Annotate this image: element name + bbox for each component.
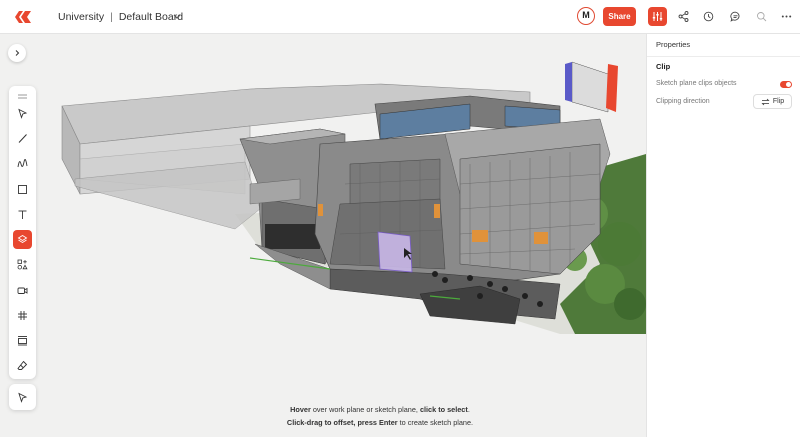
select-arrow-icon[interactable] [13, 104, 32, 123]
app-logo-icon[interactable] [13, 9, 33, 25]
hint-text: over work plane or sketch plane, [310, 405, 420, 414]
hint-line-2: Click-drag to offset, press Enter to cre… [250, 416, 510, 429]
interaction-hint: Hover over work plane or sketch plane, c… [250, 403, 510, 429]
panel-divider [647, 56, 800, 57]
hint-period: . [467, 405, 470, 414]
layers-icon[interactable] [13, 230, 32, 249]
grid-icon[interactable] [13, 306, 32, 325]
pointer-tool-button[interactable] [9, 384, 36, 410]
chevron-down-icon[interactable] [172, 11, 182, 21]
hint-bold-hover: Hover [290, 405, 311, 414]
top-bar: University | Default Board M Share [0, 0, 800, 34]
board-title[interactable]: University | Default Board [58, 11, 183, 23]
left-toolbar [9, 86, 36, 379]
history-icon[interactable] [699, 7, 718, 26]
share-network-icon[interactable] [674, 7, 693, 26]
eraser-icon[interactable] [13, 356, 32, 375]
building-model[interactable] [0, 34, 646, 437]
hint-text-2: to create sketch plane. [397, 418, 474, 427]
shapes-icon[interactable] [13, 255, 32, 274]
expand-sidebar-button[interactable] [8, 44, 26, 62]
clip-section-title: Clip [656, 62, 671, 71]
toolbar-grip-line[interactable] [18, 97, 27, 99]
panel-title: Properties [656, 40, 691, 49]
3d-viewport[interactable] [0, 34, 646, 437]
hint-line-1: Hover over work plane or sketch plane, c… [250, 403, 510, 416]
flip-label: Flip [772, 98, 785, 105]
title-separator: | [110, 11, 113, 23]
pointer-icon [18, 392, 28, 403]
search-icon[interactable] [752, 7, 771, 26]
rectangle-icon[interactable] [13, 180, 32, 199]
toolbar-grip[interactable] [18, 94, 27, 96]
properties-panel: Properties Clip Sketch plane clips objec… [646, 34, 800, 437]
flip-button[interactable]: Flip [753, 94, 792, 109]
sliders-icon[interactable] [648, 7, 667, 26]
hint-bold-drag: Click-drag to offset, press Enter [286, 418, 398, 427]
text-icon[interactable] [13, 205, 32, 224]
project-name: University [58, 11, 105, 23]
freehand-icon[interactable] [13, 154, 32, 173]
video-icon[interactable] [13, 281, 32, 300]
frame-icon[interactable] [13, 331, 32, 350]
clips-objects-toggle[interactable] [780, 81, 792, 88]
chevron-right-icon [15, 50, 20, 56]
comment-icon[interactable] [726, 7, 745, 26]
avatar[interactable]: M [577, 7, 595, 25]
hint-bold-click: click to select [419, 405, 468, 414]
swap-arrows-icon [761, 98, 770, 105]
clipping-direction-label: Clipping direction [656, 98, 710, 105]
more-icon[interactable] [777, 7, 796, 26]
share-button[interactable]: Share [603, 7, 636, 26]
line-icon[interactable] [13, 129, 32, 148]
clips-objects-label: Sketch plane clips objects [656, 80, 737, 87]
